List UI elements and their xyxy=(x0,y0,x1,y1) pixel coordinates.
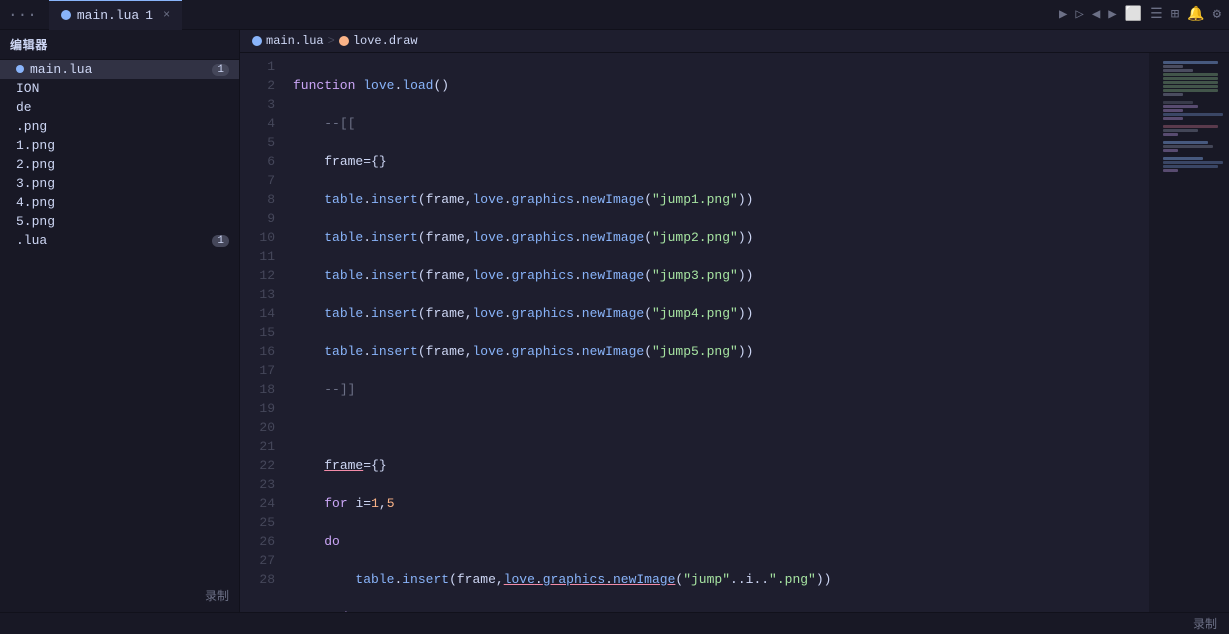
code-line-14: table.insert(frame,love.graphics.newImag… xyxy=(293,570,1149,589)
prev-icon[interactable]: ◀ xyxy=(1092,6,1100,23)
code-editor[interactable]: 12345 678910 1112131415 1617181920 21222… xyxy=(240,53,1149,612)
editor-tab[interactable]: main.lua 1 × xyxy=(49,0,182,30)
sidebar-header: 编辑器 xyxy=(0,30,239,60)
sidebar-record-button[interactable]: 录制 xyxy=(0,579,239,612)
code-line-13: do xyxy=(293,532,1149,551)
status-bar: 录制 xyxy=(0,612,1229,634)
top-bar-actions: ▶ ▷ ◀ ▶ ⬜ ☰ ⊞ 🔔 ⚙ xyxy=(1059,6,1221,23)
code-content[interactable]: function love.load() --[[ frame={} table… xyxy=(285,53,1149,612)
sidebar-filename-mainlua: main.lua xyxy=(16,62,92,77)
sidebar-item-png[interactable]: .png xyxy=(0,117,239,136)
sidebar-item-lua[interactable]: .lua 1 xyxy=(0,231,239,250)
sidebar-item-mainlua[interactable]: main.lua 1 xyxy=(0,60,239,79)
sidebar-item-2png[interactable]: 2.png xyxy=(0,155,239,174)
main-layout: 编辑器 main.lua 1 ION de .png 1.png 2.png 3… xyxy=(0,30,1229,612)
top-bar: ··· main.lua 1 × ▶ ▷ ◀ ▶ ⬜ ☰ ⊞ 🔔 ⚙ xyxy=(0,0,1229,30)
code-line-8: table.insert(frame,love.graphics.newImag… xyxy=(293,342,1149,361)
record-label[interactable]: 录制 xyxy=(1193,615,1217,632)
breadcrumb: main.lua > love.draw xyxy=(240,30,1229,53)
sidebar-filename-2png: 2.png xyxy=(16,157,55,172)
code-line-9: --]] xyxy=(293,380,1149,399)
breadcrumb-lua-icon xyxy=(252,36,262,46)
menu-icon[interactable]: ☰ xyxy=(1150,6,1163,23)
top-bar-dots: ··· xyxy=(8,6,37,24)
minimap-content xyxy=(1159,53,1229,612)
breadcrumb-file[interactable]: main.lua xyxy=(266,34,324,48)
sidebar-badge-mainlua: 1 xyxy=(212,64,229,76)
next-icon[interactable]: ▶ xyxy=(1108,6,1116,23)
sidebar-item-4png[interactable]: 4.png xyxy=(0,193,239,212)
grid-icon[interactable]: ⊞ xyxy=(1171,6,1179,23)
file-dot-icon xyxy=(16,65,24,73)
sidebar-filename-ion: ION xyxy=(16,81,39,96)
lua-file-icon xyxy=(61,10,71,20)
settings-icon[interactable]: ⚙ xyxy=(1213,6,1221,23)
editor-area: main.lua > love.draw 12345 678910 111213… xyxy=(240,30,1229,612)
sidebar-filename-png: .png xyxy=(16,119,47,134)
minimap xyxy=(1149,53,1229,612)
code-line-10 xyxy=(293,418,1149,437)
code-line-7: table.insert(frame,love.graphics.newImag… xyxy=(293,304,1149,323)
sidebar-filename-1png: 1.png xyxy=(16,138,55,153)
code-line-12: for i=1,5 xyxy=(293,494,1149,513)
sidebar-badge-lua: 1 xyxy=(212,235,229,247)
stop-icon[interactable]: ⬜ xyxy=(1125,6,1142,23)
sidebar-filename-de: de xyxy=(16,100,32,115)
sidebar-filename-lua: .lua xyxy=(16,233,47,248)
code-line-1: function love.load() xyxy=(293,76,1149,95)
sidebar-item-5png[interactable]: 5.png xyxy=(0,212,239,231)
notification-icon[interactable]: 🔔 xyxy=(1187,6,1204,23)
code-line-6: table.insert(frame,love.graphics.newImag… xyxy=(293,266,1149,285)
breadcrumb-section[interactable]: love.draw xyxy=(353,34,418,48)
tab-filename: main.lua xyxy=(77,8,139,23)
code-line-2: --[[ xyxy=(293,114,1149,133)
sidebar-filename-4png: 4.png xyxy=(16,195,55,210)
line-numbers: 12345 678910 1112131415 1617181920 21222… xyxy=(240,53,285,612)
sidebar-item-de[interactable]: de xyxy=(0,98,239,117)
sidebar-item-1png[interactable]: 1.png xyxy=(0,136,239,155)
tab-close-button[interactable]: × xyxy=(163,8,170,22)
breadcrumb-separator: > xyxy=(328,34,335,48)
sidebar-filename-3png: 3.png xyxy=(16,176,55,191)
code-line-5: table.insert(frame,love.graphics.newImag… xyxy=(293,228,1149,247)
breadcrumb-section-icon xyxy=(339,36,349,46)
code-line-3: frame={} xyxy=(293,152,1149,171)
sidebar-filename-5png: 5.png xyxy=(16,214,55,229)
code-line-15: end xyxy=(293,608,1149,612)
sidebar: 编辑器 main.lua 1 ION de .png 1.png 2.png 3… xyxy=(0,30,240,612)
sidebar-item-ion[interactable]: ION xyxy=(0,79,239,98)
code-line-11: frame={} xyxy=(293,456,1149,475)
sidebar-item-3png[interactable]: 3.png xyxy=(0,174,239,193)
run-icon[interactable]: ▶ xyxy=(1059,6,1067,23)
tab-number: 1 xyxy=(145,8,153,23)
run-alt-icon[interactable]: ▷ xyxy=(1075,6,1083,23)
code-line-4: table.insert(frame,love.graphics.newImag… xyxy=(293,190,1149,209)
